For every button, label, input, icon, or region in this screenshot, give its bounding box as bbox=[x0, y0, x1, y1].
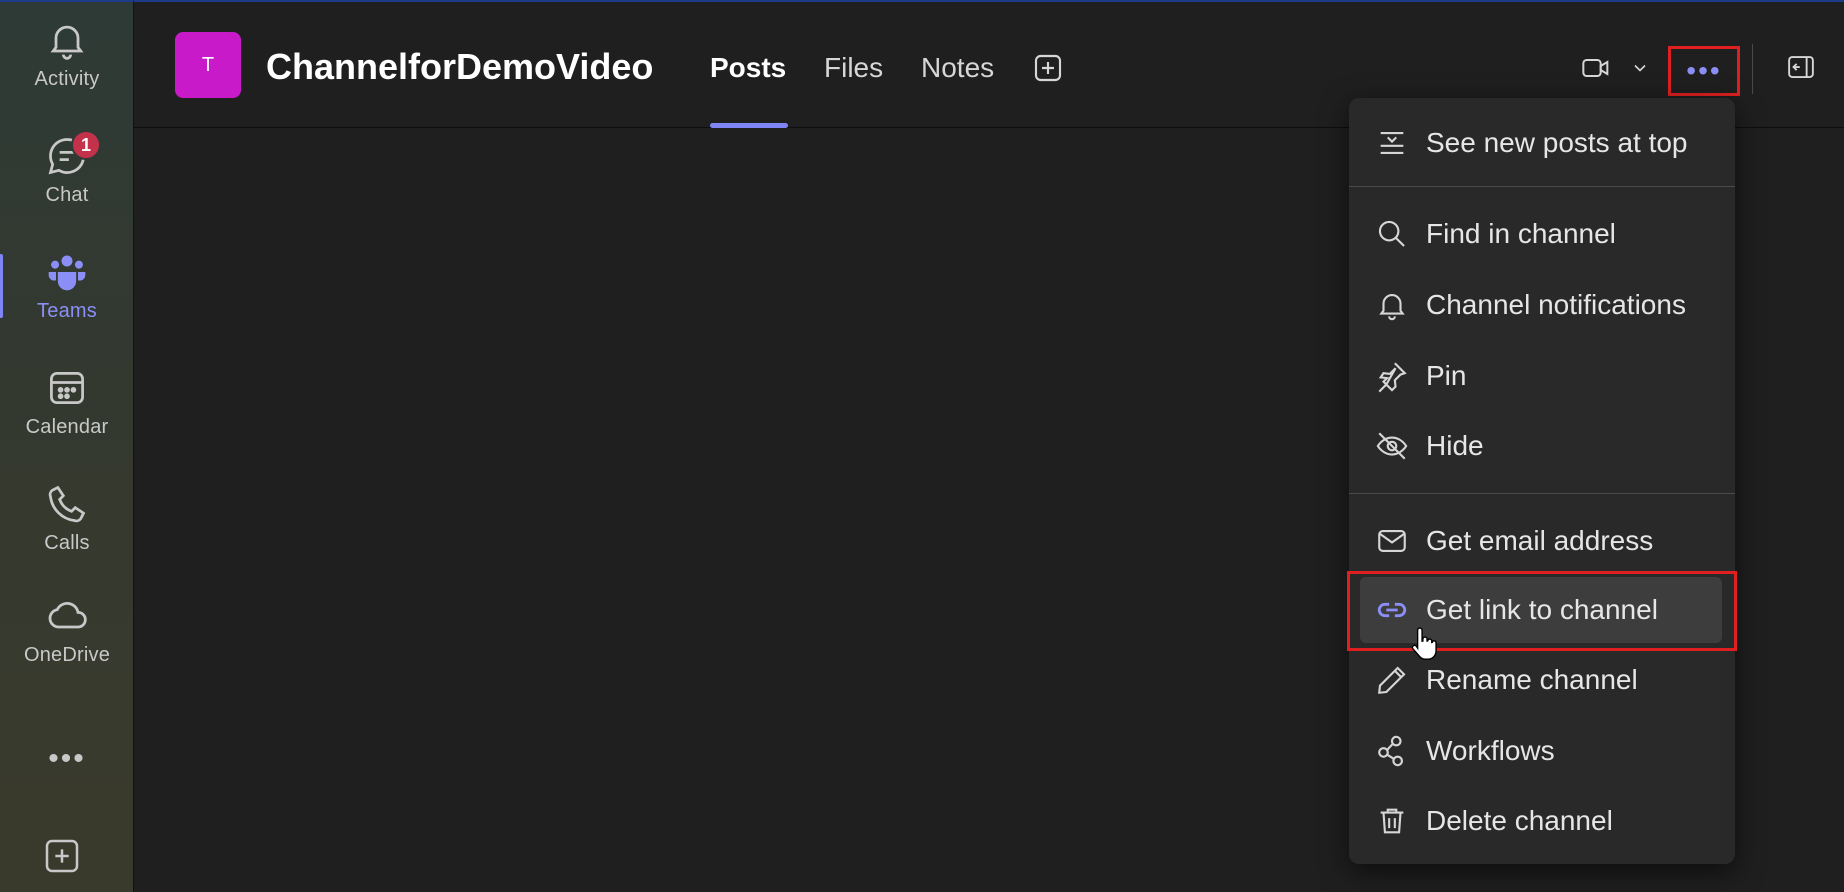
rail-item-teams[interactable]: Teams bbox=[0, 234, 134, 338]
active-tab-indicator bbox=[710, 123, 788, 128]
pin-icon bbox=[1375, 359, 1409, 393]
rail-item-label: Calendar bbox=[25, 416, 109, 438]
chat-icon: 1 bbox=[45, 130, 101, 178]
sort-lines-icon bbox=[1375, 126, 1409, 160]
rail-item-label: Calls bbox=[44, 532, 90, 554]
channel-title: ChannelforDemoVideo bbox=[266, 46, 654, 87]
tab-files[interactable]: Files bbox=[824, 52, 883, 84]
menu-item-rename-channel[interactable]: Rename channel bbox=[1349, 647, 1735, 713]
mail-icon bbox=[1375, 524, 1409, 558]
menu-item-see-new-posts-at-top[interactable]: See new posts at top bbox=[1349, 110, 1735, 176]
open-pane-button[interactable] bbox=[1784, 52, 1818, 82]
meet-options-dropdown[interactable] bbox=[1630, 58, 1650, 78]
workflows-icon bbox=[1375, 734, 1409, 768]
tab-notes[interactable]: Notes bbox=[921, 52, 994, 84]
menu-item-label: Pin bbox=[1426, 360, 1467, 391]
unread-badge: 1 bbox=[71, 130, 101, 160]
calendar-icon bbox=[45, 366, 89, 410]
rail-item-chat[interactable]: 1 Chat bbox=[0, 118, 134, 222]
link-icon bbox=[1375, 593, 1409, 627]
menu-item-label: Workflows bbox=[1426, 735, 1555, 766]
menu-item-delete-channel[interactable]: Delete channel bbox=[1349, 788, 1735, 854]
video-camera-icon bbox=[1582, 59, 1609, 77]
menu-item-label: See new posts at top bbox=[1426, 127, 1688, 158]
chevron-down-icon bbox=[1634, 64, 1646, 72]
header-divider bbox=[1752, 44, 1753, 94]
menu-item-label: Rename channel bbox=[1426, 664, 1638, 695]
eye-off-icon bbox=[1375, 429, 1409, 463]
teams-icon bbox=[45, 250, 89, 294]
panel-toggle-icon bbox=[1788, 56, 1814, 78]
menu-item-label: Find in channel bbox=[1426, 218, 1616, 249]
rail-item-calendar[interactable]: Calendar bbox=[0, 350, 134, 454]
cloud-icon bbox=[45, 594, 89, 638]
rail-item-label: Teams bbox=[37, 300, 97, 322]
menu-item-get-email-address[interactable]: Get email address bbox=[1349, 508, 1735, 574]
add-app-button[interactable] bbox=[42, 836, 82, 876]
bell-icon bbox=[45, 18, 89, 62]
app-rail: Activity 1 Chat Teams Calendar Calls One… bbox=[0, 0, 134, 892]
add-square-icon bbox=[1034, 54, 1062, 82]
more-apps-button[interactable]: ••• bbox=[0, 734, 134, 784]
menu-item-get-link-to-channel[interactable]: Get link to channel bbox=[1349, 577, 1735, 643]
channel-options-menu: See new posts at top Find in channel Cha… bbox=[1349, 98, 1735, 864]
rail-item-calls[interactable]: Calls bbox=[0, 466, 134, 570]
menu-item-label: Channel notifications bbox=[1426, 289, 1686, 320]
menu-divider bbox=[1349, 493, 1735, 494]
menu-item-channel-notifications[interactable]: Channel notifications bbox=[1349, 272, 1735, 338]
menu-item-label: Get link to channel bbox=[1426, 594, 1658, 625]
menu-item-label: Get email address bbox=[1426, 525, 1654, 556]
menu-item-hide[interactable]: Hide bbox=[1349, 413, 1735, 479]
rail-item-activity[interactable]: Activity bbox=[0, 2, 134, 106]
menu-item-label: Delete channel bbox=[1426, 805, 1613, 836]
more-options-button[interactable]: ••• bbox=[1668, 46, 1740, 96]
rail-item-label: OneDrive bbox=[23, 644, 111, 666]
bell-icon bbox=[1375, 288, 1409, 322]
menu-item-label: Hide bbox=[1426, 430, 1484, 461]
tab-posts[interactable]: Posts bbox=[710, 52, 786, 84]
menu-item-workflows[interactable]: Workflows bbox=[1349, 718, 1735, 784]
search-icon bbox=[1375, 217, 1409, 251]
add-tab-button[interactable] bbox=[1032, 52, 1064, 84]
menu-item-pin[interactable]: Pin bbox=[1349, 343, 1735, 409]
pencil-icon bbox=[1375, 663, 1409, 697]
rail-item-label: Chat bbox=[45, 184, 89, 206]
add-square-icon bbox=[45, 839, 79, 873]
trash-icon bbox=[1375, 804, 1409, 838]
team-avatar[interactable]: T bbox=[175, 32, 241, 98]
meet-button[interactable] bbox=[1578, 52, 1614, 84]
rail-item-onedrive[interactable]: OneDrive bbox=[0, 578, 134, 682]
menu-divider bbox=[1349, 186, 1735, 187]
rail-item-label: Activity bbox=[34, 68, 100, 90]
phone-icon bbox=[45, 482, 89, 526]
menu-item-find-in-channel[interactable]: Find in channel bbox=[1349, 201, 1735, 267]
